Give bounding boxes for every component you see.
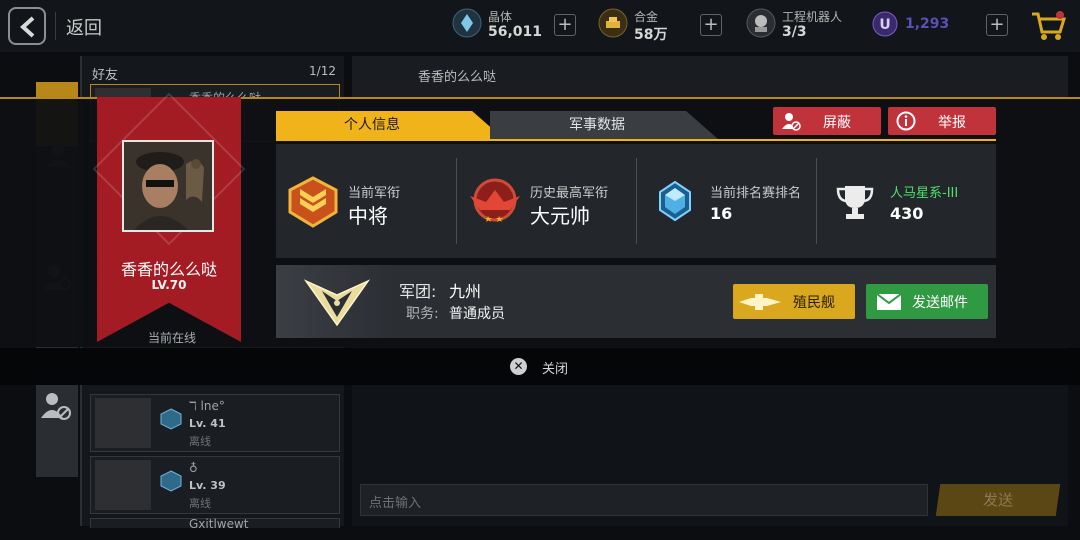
resource-name: 合金: [634, 10, 659, 24]
add-premium-button[interactable]: +: [986, 14, 1008, 36]
friend-status: 离线: [189, 435, 211, 448]
send-mail-button[interactable]: 发送邮件: [866, 284, 988, 319]
blocked-users-icon[interactable]: [40, 390, 72, 422]
add-crystal-button[interactable]: +: [554, 14, 576, 36]
svg-text:U: U: [879, 17, 890, 33]
chevron-left-icon: [20, 16, 35, 38]
player-level: LV.70: [151, 278, 187, 292]
stat-highest-rank: 历史最高军衔 大元帅: [458, 144, 636, 258]
crystal-rank-icon: [659, 180, 691, 222]
stat-label: 人马星系-III: [890, 186, 959, 201]
tab-personal-info[interactable]: 个人信息: [276, 111, 504, 139]
report-button[interactable]: 举报: [888, 107, 996, 135]
block-label: 屏蔽: [823, 115, 851, 131]
stat-galaxy: 人马星系-III 430: [818, 144, 996, 258]
legion-role: 普通成员: [449, 306, 505, 322]
stats-panel: 当前军衔 中将 历史最高军衔 大元帅 当前排名赛排名 16 人马星系-III 4…: [276, 144, 996, 258]
back-label[interactable]: 返回: [66, 14, 102, 40]
online-status: 当前在线: [147, 331, 196, 345]
stat-label: 当前排名赛排名: [710, 186, 802, 201]
friend-status: 离线: [189, 497, 211, 510]
resource-premium: U 1,293: [872, 8, 962, 44]
close-circle-icon: ✕: [510, 358, 527, 375]
resource-value: 58万: [634, 27, 668, 43]
stat-value: 430: [890, 204, 924, 223]
resource-crystal: 晶体 56,011: [452, 8, 552, 44]
crystal-icon: [452, 8, 482, 38]
trophy-icon: [836, 186, 874, 219]
friends-count: 1/12: [309, 64, 336, 78]
tab-military-data[interactable]: 军事数据: [490, 111, 718, 139]
avatar: [95, 398, 151, 448]
close-strip: [0, 348, 1080, 385]
friend-level: Lv. 41: [189, 417, 226, 430]
colony-ship-button[interactable]: 殖民舰: [733, 284, 855, 319]
divider: [55, 12, 56, 40]
colony-ship-label: 殖民舰: [793, 295, 835, 311]
resource-value: 1,293: [905, 16, 950, 32]
resource-name: 工程机器人: [782, 10, 843, 24]
colony-ship-icon: [739, 294, 781, 310]
avatar: [95, 460, 151, 510]
send-label: 发送: [982, 491, 1013, 509]
friend-name: ♁: [189, 461, 198, 475]
friends-title: 好友: [92, 68, 119, 83]
send-mail-label: 发送邮件: [912, 295, 968, 311]
rank-badge-icon: [288, 176, 338, 228]
legion-role-label: 职务:: [406, 306, 439, 322]
stat-ladder-rank: 当前排名赛排名 16: [638, 144, 816, 258]
player-portrait: [122, 140, 214, 232]
back-button[interactable]: [8, 7, 46, 45]
friend-row[interactable]: ♁ Lv. 39 离线: [90, 456, 340, 514]
cart-icon[interactable]: [1030, 10, 1066, 42]
resource-name: 晶体: [488, 10, 513, 24]
report-label: 举报: [938, 115, 966, 131]
player-name: 香香的么么哒: [120, 260, 217, 279]
block-button[interactable]: 屏蔽: [773, 107, 881, 135]
chat-input[interactable]: 点击输入: [360, 484, 928, 516]
friend-row[interactable]: ℸ lne° Lv. 41 离线: [90, 394, 340, 452]
stat-label: 历史最高军衔: [530, 186, 609, 201]
friend-name: Gxitlwewt: [189, 517, 249, 531]
resource-alloy: 合金 58万: [598, 8, 698, 44]
stat-current-rank: 当前军衔 中将: [276, 144, 456, 258]
eagle-rank-badge-icon: [470, 178, 520, 222]
chat-partner-name: 香香的么么哒: [418, 70, 497, 85]
close-label: 关闭: [542, 362, 569, 377]
divider: [636, 158, 637, 244]
friend-level: Lv. 39: [189, 479, 226, 492]
info-icon: [896, 111, 916, 131]
u-currency-icon: U: [872, 11, 898, 37]
top-bar: 返回 晶体 56,011 + 合金 58万 + 工程机器人 3/3 U 1,29…: [0, 0, 1080, 52]
stat-value: 大元帅: [530, 204, 590, 228]
legion-name-label: 军团:: [399, 282, 437, 301]
stat-value: 中将: [348, 204, 388, 228]
tab-underline: [276, 139, 996, 141]
alloy-icon: [598, 8, 628, 38]
legion-emblem-icon: [303, 279, 371, 327]
resource-value: 56,011: [488, 24, 543, 40]
resource-value: 3/3: [782, 24, 807, 40]
chat-header: 香香的么么哒: [352, 56, 1068, 100]
divider: [456, 158, 457, 244]
stat-value: 16: [710, 204, 733, 223]
robot-icon: [746, 8, 776, 38]
portrait-image: [124, 142, 212, 230]
envelope-icon: [876, 293, 902, 310]
stat-label: 当前军衔: [348, 186, 401, 201]
legion-name: 九州: [449, 282, 482, 301]
friend-name: ℸ lne°: [189, 399, 225, 413]
rank-badge-icon: [160, 470, 182, 492]
add-alloy-button[interactable]: +: [700, 14, 722, 36]
rank-badge-icon: [160, 408, 182, 430]
divider: [816, 158, 817, 244]
friend-row[interactable]: Gxitlwewt: [90, 517, 340, 531]
send-button[interactable]: 发送: [935, 484, 1061, 516]
resource-robot: 工程机器人 3/3: [746, 8, 856, 44]
block-user-icon: [782, 113, 801, 131]
